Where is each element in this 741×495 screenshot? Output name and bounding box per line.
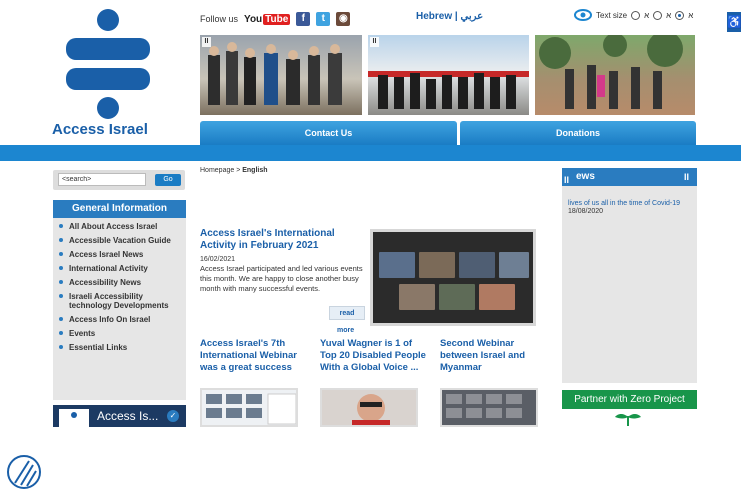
news-heading-text: ews [576,171,595,182]
search-go-button[interactable]: Go [155,174,181,186]
general-info-item[interactable]: International Activity [59,264,186,273]
logo-text: Access Israel [52,121,148,138]
text-size-medium-radio[interactable] [653,10,663,20]
featured-article-body: Access Israel participated and led vario… [200,264,363,293]
sprout-icon [615,413,641,426]
pause-icon[interactable]: II [202,37,211,47]
instagram-icon[interactable]: ◉ [336,12,351,26]
follow-us-bar: Follow us You Tube f t ◉ [200,12,351,26]
nav-band [0,145,741,161]
text-size-small-glyph: א [644,10,650,20]
general-info-heading: General Information [53,200,186,218]
article-thumbnail[interactable] [200,388,298,427]
event-photo-3 [535,35,695,115]
youtube-icon[interactable]: You Tube [244,13,291,25]
article-thumbnail[interactable] [320,388,418,427]
text-size-large-radio[interactable] [675,10,685,20]
check-icon: ✓ [167,410,179,422]
access-israel-logo[interactable] [52,8,164,138]
text-size-medium-glyph: א [666,10,672,20]
donations-button[interactable]: Donations [460,121,696,145]
youtube-you: You [244,13,263,25]
general-info-list: All About Access Israel Accessible Vacat… [53,218,186,352]
twitter-icon[interactable]: t [316,12,331,26]
general-info-item[interactable]: Accessibility News [59,278,186,287]
article-thumbnail[interactable] [440,388,538,427]
eye-icon [574,9,592,21]
article-title[interactable]: Access Israel's 7th International Webina… [200,338,308,374]
breadcrumb-current: English [242,167,268,174]
follow-label: Follow us [200,14,239,24]
video-tile [459,252,495,278]
accessibility-widget-icon[interactable]: ♿ [727,12,741,32]
access-logo-icon [59,409,89,427]
page: Access Israel Follow us You Tube f t ◉ He… [0,0,741,495]
facebook-icon[interactable]: f [296,12,311,26]
read-more-link[interactable]: more [337,327,354,334]
general-info-item[interactable]: Israeli Accessibility technology Develop… [59,292,186,310]
pause-icon[interactable]: II [370,37,379,47]
access-is-label: Access Is... [97,409,159,423]
video-tile [499,252,529,278]
general-info-item[interactable]: Access Israel News [59,250,186,259]
general-info-item[interactable]: Access Info On Israel [59,315,186,324]
pause-icon[interactable]: II [684,168,689,186]
access-is-banner[interactable]: Access Is... ✓ [53,405,186,427]
search-input[interactable] [58,173,146,186]
news-item-date: 18/08/2020 [568,208,604,215]
featured-article-title[interactable]: Access Israel's International Activity i… [200,228,365,252]
video-tile [399,284,435,310]
general-info-item[interactable]: Accessible Vacation Guide [59,236,186,245]
text-size-large-glyph: א [688,10,694,20]
general-info-item[interactable]: Events [59,329,186,338]
article-title[interactable]: Yuval Wagner is 1 of Top 20 Disabled Peo… [320,338,428,374]
featured-article-image[interactable] [370,229,536,326]
event-photo-1: II [200,35,362,115]
article-title[interactable]: Second Webinar between Israel and Myanma… [440,338,548,374]
breadcrumb-home[interactable]: Homepage [200,167,234,174]
event-photo-2: II [368,35,529,115]
accessibility-logo-icon[interactable] [5,453,45,491]
news-panel: II ews II lives of us all in the time of… [562,168,697,383]
featured-article-date: 16/02/2021 [200,256,236,263]
news-item-title[interactable]: lives of us all in the time of Covid-19 [562,186,697,208]
breadcrumb: Homepage > English [200,167,268,174]
youtube-tube: Tube [263,13,291,25]
text-size-label: Text size [596,10,628,20]
video-tile [379,252,415,278]
general-info-item[interactable]: All About Access Israel [59,222,186,231]
general-info-panel: General Information All About Access Isr… [53,200,186,400]
video-tile [479,284,515,310]
news-heading: II ews II [562,168,697,186]
general-info-item[interactable]: Essential Links [59,343,186,352]
text-size-small-radio[interactable] [631,10,641,20]
text-size-control: Text size א א א [574,9,693,21]
zero-project-banner[interactable]: Partner with Zero Project [562,390,697,409]
contact-us-button[interactable]: Contact Us [200,121,457,145]
read-more-button[interactable]: read [329,306,365,320]
language-switch[interactable]: Hebrew | عربي [416,11,483,22]
video-tile [419,252,455,278]
pause-icon[interactable]: II [564,171,569,189]
search-box: Go [53,170,185,190]
video-tile [439,284,475,310]
